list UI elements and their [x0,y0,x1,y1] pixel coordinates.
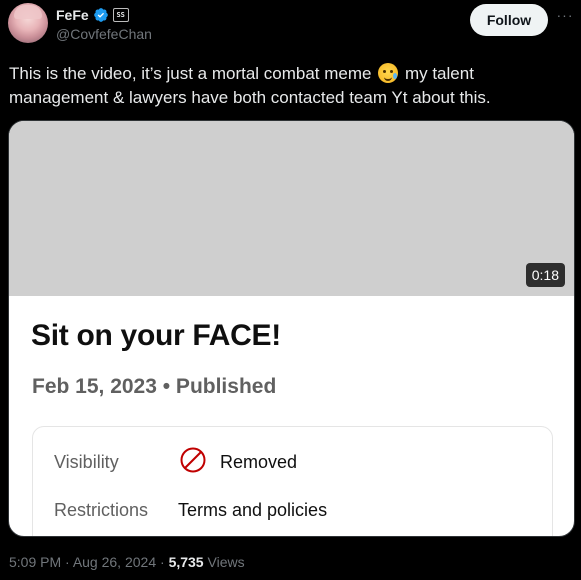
author-name-row: FeFe SS [56,6,129,24]
visibility-label: Visibility [54,452,119,472]
tweet-date[interactable]: Aug 26, 2024 [73,554,156,570]
views-label: Views [203,554,245,570]
tweet-text-part-1: This is the video, it’s just a mortal co… [9,64,377,83]
prohibited-icon [180,447,206,473]
affiliate-badge-icon[interactable]: SS [112,8,129,22]
restrictions-value: Terms and policies [178,500,328,520]
video-details-box: Visibility Removed Restrictions Terms an… [32,426,553,536]
author-handle[interactable]: @CovfefeChan [56,26,152,42]
more-options-icon[interactable]: ··· [556,8,574,28]
verified-icon [93,8,108,22]
separator: · [156,554,169,570]
face-holding-back-tears-emoji-icon [378,63,399,83]
separator: · [61,554,73,570]
follow-button[interactable]: Follow [470,4,548,36]
visibility-value: Removed [220,452,298,472]
views-count[interactable]: 5,735 [169,554,204,570]
avatar[interactable] [8,3,48,43]
video-meta: Feb 15, 2023 • Published [32,375,277,398]
tweet-footer: 5:09 PM · Aug 26, 2024 · 5,735 Views [9,554,245,570]
tweet-text: This is the video, it’s just a mortal co… [9,62,529,110]
video-duration-badge: 0:18 [525,263,565,287]
video-title: Sit on your FACE! [31,319,281,352]
restrictions-label: Restrictions [54,500,149,520]
tweet-header: FeFe SS @CovfefeChan Follow ··· [0,0,581,56]
video-player[interactable] [9,121,574,296]
media-card[interactable]: 0:18 Sit on your FACE! Feb 15, 2023 • Pu… [8,120,575,537]
display-name[interactable]: FeFe [56,7,89,23]
tweet-time[interactable]: 5:09 PM [9,554,61,570]
